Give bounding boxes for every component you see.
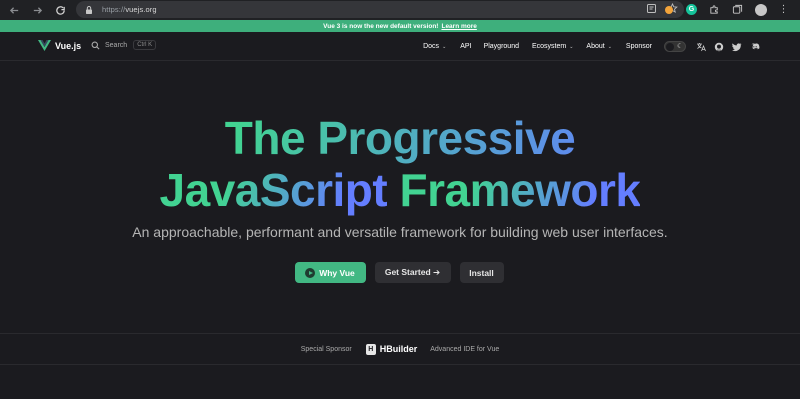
collections-icon[interactable]: [731, 3, 744, 16]
hero-tagline: An approachable, performant and versatil…: [132, 224, 668, 240]
hbuilder-name: HBuilder: [379, 344, 418, 354]
hero-title-word-javascript: JavaScript: [159, 164, 388, 216]
discord-icon[interactable]: [750, 42, 760, 52]
banner-learn-more-link[interactable]: Learn more: [441, 23, 476, 30]
nav-ecosystem-label: Ecosystem: [531, 43, 567, 50]
url-text[interactable]: https://vuejs.org: [102, 5, 157, 14]
nav-playground[interactable]: Playground: [484, 43, 519, 50]
vue-logo[interactable]: Vue.js: [38, 40, 81, 51]
reload-icon[interactable]: [51, 1, 69, 19]
nav-sponsor[interactable]: Sponsor: [626, 43, 652, 50]
nav-about[interactable]: About ⌄: [586, 43, 612, 50]
hero-title: The Progressive JavaScript Framework: [0, 112, 800, 216]
github-icon[interactable]: [714, 42, 724, 52]
chevron-down-icon: ⌄: [442, 43, 447, 50]
more-menu-icon[interactable]: ⋮: [777, 3, 790, 16]
hero-title-line1: The Progressive: [0, 112, 800, 164]
browser-toolbar: https://vuejs.org G ⋮: [0, 0, 800, 20]
search-label: Search: [105, 41, 128, 49]
special-sponsor-label: Special Sponsor: [300, 345, 352, 353]
reader-mode-icon[interactable]: [646, 3, 657, 14]
profile-avatar-icon[interactable]: [754, 3, 767, 16]
forward-icon[interactable]: [28, 1, 46, 19]
moon-icon: ☾: [677, 43, 684, 50]
nav-about-label: About: [586, 43, 605, 50]
extension-orange-icon[interactable]: [662, 3, 675, 16]
site-navbar: Vue.js Search Ctrl K Docs ⌄ API Playgroun…: [0, 32, 800, 61]
grammarly-icon[interactable]: G: [685, 3, 698, 16]
extensions-puzzle-icon[interactable]: [708, 3, 721, 16]
twitter-icon[interactable]: [732, 42, 742, 52]
nav-ecosystem[interactable]: Ecosystem ⌄: [532, 43, 573, 50]
url-scheme: https://: [102, 5, 126, 14]
back-icon[interactable]: [5, 1, 23, 19]
extensions-area: G ⋮: [662, 3, 790, 16]
brand-name: Vue.js: [55, 40, 82, 51]
chevron-down-icon: ⌄: [607, 43, 612, 50]
nav-api[interactable]: API: [460, 43, 471, 50]
address-bar[interactable]: https://vuejs.org: [76, 1, 684, 18]
install-button[interactable]: Install: [459, 262, 504, 283]
chevron-down-icon: ⌄: [569, 43, 574, 50]
get-started-button[interactable]: Get Started ➔: [374, 262, 451, 283]
nav-docs-label: Docs: [423, 43, 440, 50]
why-vue-button[interactable]: Why Vue: [294, 262, 366, 283]
hero-title-line2: JavaScript Framework: [0, 164, 800, 216]
hbuilder-sponsor-link[interactable]: H HBuilder: [365, 343, 418, 355]
url-host: vuejs.org: [125, 5, 157, 14]
get-started-label: Get Started ➔: [384, 267, 441, 277]
banner-text: Vue 3 is now the new default version!: [323, 22, 439, 30]
announcement-banner: Vue 3 is now the new default version! Le…: [0, 20, 800, 32]
search-button[interactable]: Search Ctrl K: [91, 40, 157, 50]
special-sponsor-section: Special Sponsor H HBuilder Advanced IDE …: [0, 333, 800, 365]
translation-icon[interactable]: [696, 42, 706, 52]
nav-playground-label: Playground: [483, 43, 519, 50]
search-shortcut: Ctrl K: [133, 40, 157, 50]
search-icon: [91, 41, 100, 49]
install-label: Install: [469, 267, 494, 278]
hero-title-word-framework: Framework: [399, 164, 641, 216]
hbuilder-logo-icon: H: [365, 343, 376, 355]
theme-toggle[interactable]: ☾: [664, 41, 686, 52]
nav-menu: Docs ⌄ API Playground Ecosystem ⌄ About ⌄ S…: [423, 32, 800, 61]
play-icon: [305, 267, 316, 278]
nav-sponsor-label: Sponsor: [625, 43, 652, 50]
sponsor-description: Advanced IDE for Vue: [430, 345, 500, 353]
nav-api-label: API: [460, 43, 472, 50]
lock-icon[interactable]: [84, 5, 94, 15]
hero-actions: Why Vue Get Started ➔ Install: [0, 262, 800, 283]
why-vue-label: Why Vue: [319, 267, 355, 278]
nav-docs[interactable]: Docs ⌄: [423, 43, 446, 50]
vue-logo-icon: [38, 40, 51, 51]
